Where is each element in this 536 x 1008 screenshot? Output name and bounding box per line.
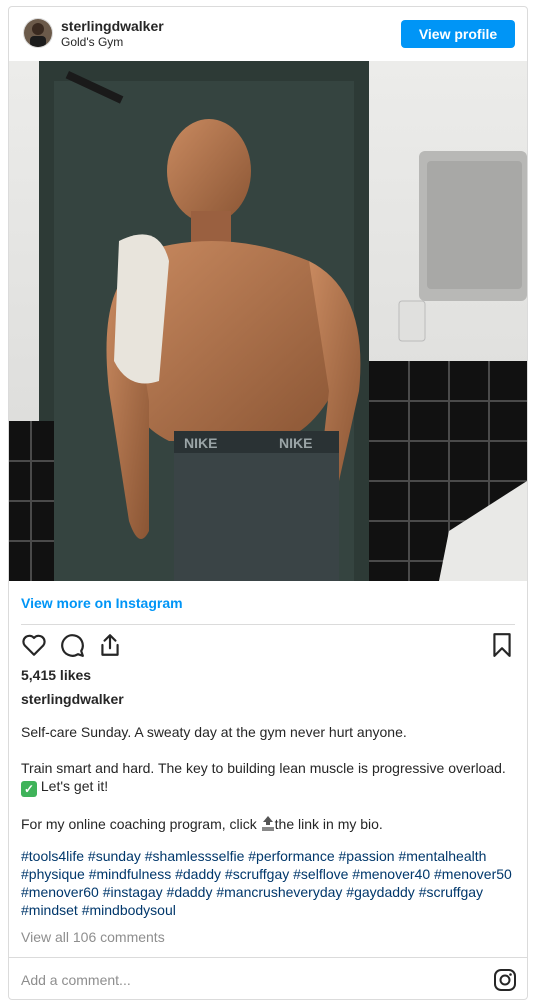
caption-author[interactable]: sterlingdwalker [21, 691, 124, 707]
instagram-icon[interactable] [493, 968, 517, 992]
caption-line: Self-care Sunday. A sweaty day at the gy… [21, 724, 407, 740]
username[interactable]: sterlingdwalker [61, 18, 164, 34]
add-comment-bar: Add a comment... [9, 957, 527, 999]
view-all-comments-link[interactable]: View all 106 comments [21, 929, 165, 945]
bookmark-icon[interactable] [489, 632, 515, 658]
caption-text: Train smart and hard. The key to buildin… [21, 760, 506, 776]
action-bar [21, 632, 515, 660]
view-more-on-instagram-link[interactable]: View more on Instagram [21, 595, 183, 611]
comment-icon[interactable] [59, 632, 85, 658]
hashtags[interactable]: #tools4life #sunday #shamlessselfie #per… [21, 847, 515, 919]
caption-line: Train smart and hard. The key to buildin… [21, 759, 515, 797]
add-comment-input[interactable]: Add a comment... [21, 972, 131, 988]
avatar[interactable] [23, 18, 53, 48]
caption-line: For my online coaching program, click th… [21, 815, 515, 833]
share-icon[interactable] [97, 632, 123, 658]
post-header: sterlingdwalker Gold's Gym View profile [9, 7, 527, 61]
caption: Self-care Sunday. A sweaty day at the gy… [21, 723, 515, 919]
view-more-link-row: View more on Instagram [21, 581, 515, 625]
instagram-embed-card: sterlingdwalker Gold's Gym View profile [8, 6, 528, 1000]
caption-text: the link in my bio. [274, 816, 383, 832]
svg-text:NIKE: NIKE [184, 435, 217, 451]
post-photo[interactable]: NIKE NIKE [9, 61, 527, 581]
top-arrow-emoji-icon [261, 816, 274, 831]
location[interactable]: Gold's Gym [61, 35, 123, 49]
heart-icon[interactable] [21, 632, 47, 658]
caption-text: Let's get it! [40, 778, 109, 794]
view-profile-button[interactable]: View profile [401, 20, 515, 48]
caption-text: For my online coaching program, click [21, 816, 257, 832]
likes-count[interactable]: 5,415 likes [21, 667, 91, 683]
check-emoji-icon: ✓ [21, 781, 37, 797]
svg-text:NIKE: NIKE [279, 435, 312, 451]
